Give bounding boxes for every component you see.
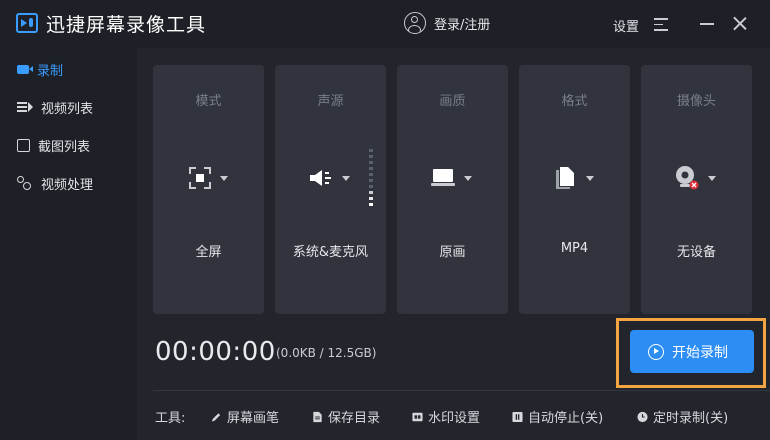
card-value: 全屏 — [195, 245, 222, 260]
sidebar: 录制 视频列表 截图列表 视频处理 — [0, 48, 137, 440]
card-value: 原画 — [439, 245, 466, 260]
quality-card[interactable]: 画质 原画 — [397, 65, 508, 314]
login-area[interactable]: 登录/注册 — [404, 12, 490, 34]
tool-label: 屏幕画笔 — [227, 411, 280, 426]
camera-card[interactable]: 摄像头 无设备 — [641, 65, 752, 314]
card-title: 画质 — [439, 94, 466, 109]
card-value: 系统&麦克风 — [292, 245, 369, 260]
sidebar-item-label: 录制 — [37, 63, 64, 79]
tool-save-directory[interactable]: 保存目录 — [312, 407, 380, 426]
record-icon — [17, 64, 33, 74]
monitor-icon — [431, 169, 455, 186]
tool-label: 定时录制(关) — [653, 411, 729, 426]
menu-icon[interactable] — [654, 18, 668, 31]
play-icon — [648, 343, 664, 360]
pause-icon — [512, 411, 523, 422]
close-icon[interactable] — [733, 16, 747, 30]
settings-link[interactable]: 设置 — [613, 16, 639, 35]
sidebar-item-label: 截图列表 — [38, 139, 91, 155]
tool-watermark-settings[interactable]: 水印设置 — [412, 407, 480, 426]
pen-icon — [211, 412, 221, 422]
fullscreen-icon — [189, 167, 211, 189]
sidebar-item-label: 视频列表 — [41, 101, 94, 117]
sidebar-item-record[interactable]: 录制 — [0, 50, 137, 88]
recording-size: (0.0KB / 12.5GB) — [276, 346, 377, 360]
tool-label: 水印设置 — [428, 411, 481, 426]
tool-label: 保存目录 — [328, 411, 381, 426]
sidebar-item-label: 视频处理 — [41, 177, 94, 193]
chevron-down-icon — [464, 176, 472, 181]
clock-icon — [637, 411, 648, 422]
card-title: 摄像头 — [676, 94, 716, 109]
audio-level-meter — [369, 149, 373, 206]
card-value: MP4 — [560, 241, 589, 256]
watermark-icon — [412, 412, 423, 421]
sidebar-item-video-process[interactable]: 视频处理 — [0, 164, 137, 202]
chevron-down-icon — [342, 176, 350, 181]
quality-dropdown[interactable] — [397, 163, 508, 193]
card-value: 无设备 — [676, 245, 716, 260]
recording-timer: 00:00:00 — [155, 337, 276, 367]
folder-doc-icon — [313, 411, 322, 422]
tool-auto-stop[interactable]: 自动停止(关) — [512, 407, 603, 426]
format-dropdown[interactable] — [519, 163, 630, 193]
chevron-down-icon — [708, 176, 716, 181]
app-logo-icon — [16, 13, 38, 33]
card-title: 声源 — [317, 94, 344, 109]
camera-dropdown[interactable] — [641, 163, 752, 193]
minimize-icon[interactable] — [700, 23, 714, 25]
user-avatar-icon[interactable] — [404, 12, 426, 34]
tool-label: 自动停止(关) — [528, 411, 604, 426]
video-process-icon — [17, 176, 33, 190]
camera-disabled-icon — [676, 166, 699, 190]
tool-screen-pen[interactable]: 屏幕画笔 — [211, 407, 279, 426]
sidebar-item-video-list[interactable]: 视频列表 — [0, 88, 137, 126]
divider — [153, 390, 770, 391]
card-title: 格式 — [561, 94, 588, 109]
app-title: 迅捷屏幕录像工具 — [46, 14, 207, 36]
format-card[interactable]: 格式 MP4 — [519, 65, 630, 314]
chevron-down-icon — [586, 176, 594, 181]
screenshot-list-icon — [17, 138, 30, 152]
file-icon — [556, 167, 574, 189]
video-list-icon — [17, 100, 33, 114]
start-recording-label: 开始录制 — [672, 344, 728, 361]
title-bar: 迅捷屏幕录像工具 登录/注册 设置 — [0, 0, 770, 48]
sidebar-item-screenshot-list[interactable]: 截图列表 — [0, 126, 137, 164]
speaker-icon — [310, 170, 331, 186]
login-register-link[interactable]: 登录/注册 — [434, 14, 490, 33]
tools-label: 工具: — [155, 411, 186, 426]
tool-scheduled-recording[interactable]: 定时录制(关) — [637, 407, 728, 426]
mode-card[interactable]: 模式 全屏 — [153, 65, 264, 314]
card-title: 模式 — [195, 94, 222, 109]
start-recording-button[interactable]: 开始录制 — [630, 330, 754, 373]
chevron-down-icon — [220, 176, 228, 181]
mode-dropdown[interactable] — [153, 163, 264, 193]
audio-source-card[interactable]: 声源 系统&麦克风 — [275, 65, 386, 314]
